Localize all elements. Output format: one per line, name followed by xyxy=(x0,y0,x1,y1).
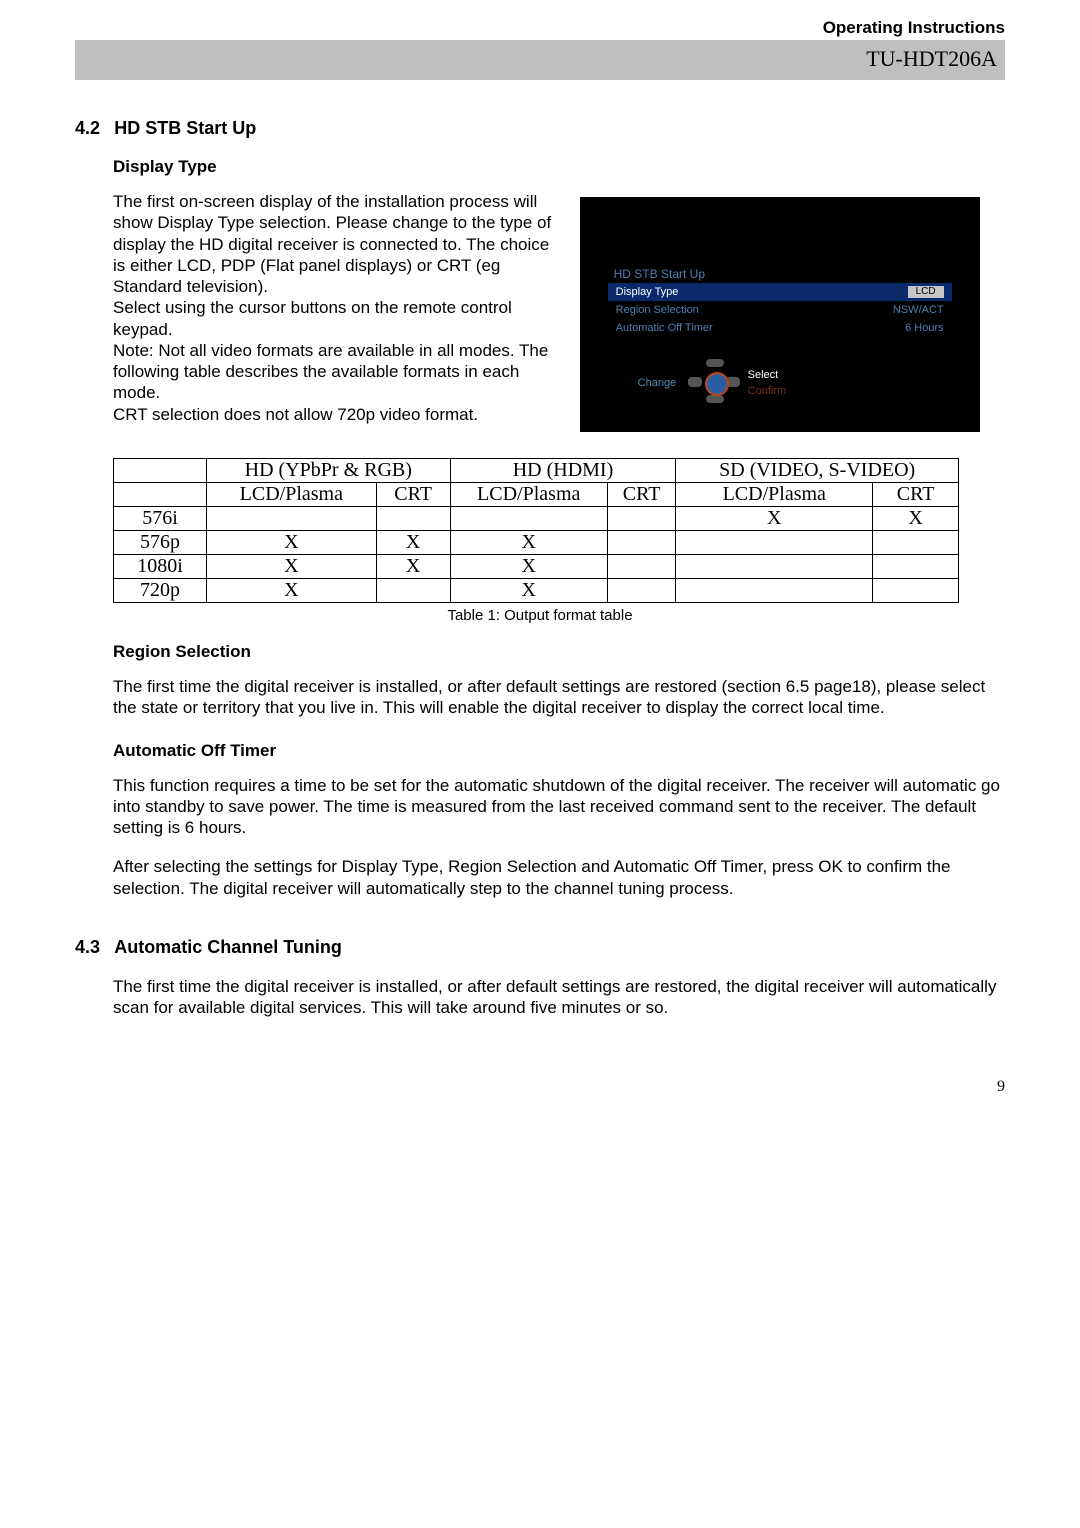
table-cell xyxy=(607,531,676,555)
table-row: 1080iXXX xyxy=(114,555,959,579)
table-group-header: SD (VIDEO, S-VIDEO) xyxy=(676,459,959,483)
table-cell xyxy=(207,507,377,531)
table-sub-header: CRT xyxy=(607,483,676,507)
osd-hint-change: Change xyxy=(638,377,677,389)
table-cell: X xyxy=(676,507,873,531)
table-row-label: 1080i xyxy=(114,555,207,579)
osd-hint-confirm: Confirm xyxy=(748,385,787,397)
table-cell: X xyxy=(207,555,377,579)
table-cell: X xyxy=(450,579,607,603)
table-cell xyxy=(873,531,959,555)
section-4-3-heading: 4.3 Automatic Channel Tuning xyxy=(75,937,1005,958)
table-cell: X xyxy=(450,555,607,579)
table-cell: X xyxy=(873,507,959,531)
table-cell: X xyxy=(376,555,450,579)
osd-hint-select: Select xyxy=(748,369,779,381)
section-number: 4.3 xyxy=(75,937,100,957)
table-cell: X xyxy=(207,579,377,603)
output-format-table: HD (YPbPr & RGB) HD (HDMI) SD (VIDEO, S-… xyxy=(113,458,959,603)
section-4-3-body: The first time the digital receiver is i… xyxy=(113,976,1005,1019)
automatic-off-timer-p2: After selecting the settings for Display… xyxy=(113,856,1005,899)
table-cell xyxy=(676,579,873,603)
osd-row-label: Region Selection xyxy=(616,304,699,316)
table-cell xyxy=(873,555,959,579)
automatic-off-timer-heading: Automatic Off Timer xyxy=(113,741,1005,761)
model-number: TU-HDT206A xyxy=(866,46,997,72)
table-cell: X xyxy=(450,531,607,555)
section-number: 4.2 xyxy=(75,118,100,138)
table-cell xyxy=(376,507,450,531)
table-row-label: 720p xyxy=(114,579,207,603)
osd-row-value: 6 Hours xyxy=(905,322,944,334)
display-type-body: The first on-screen display of the insta… xyxy=(113,191,560,432)
region-selection-body: The first time the digital receiver is i… xyxy=(113,676,1005,719)
table-cell xyxy=(607,555,676,579)
dpad-icon xyxy=(688,359,742,413)
table-sub-header: LCD/Plasma xyxy=(676,483,873,507)
osd-title: HD STB Start Up xyxy=(608,265,952,283)
table-cell xyxy=(450,507,607,531)
table-cell xyxy=(607,579,676,603)
table-row: 576i XX xyxy=(114,507,959,531)
table-cell: X xyxy=(207,531,377,555)
table-cell xyxy=(873,579,959,603)
display-type-heading: Display Type xyxy=(113,157,1005,177)
osd-row-value: LCD xyxy=(908,286,944,298)
table-caption: Table 1: Output format table xyxy=(75,607,1005,624)
table-cell xyxy=(607,507,676,531)
table-row-label: 576p xyxy=(114,531,207,555)
table-cell xyxy=(376,579,450,603)
table-sub-header: CRT xyxy=(376,483,450,507)
osd-row-label: Display Type xyxy=(616,286,679,298)
table-cell xyxy=(676,531,873,555)
table-row-label: 576i xyxy=(114,507,207,531)
osd-screenshot: HD STB Start Up Display Type LCD Region Se… xyxy=(580,197,980,432)
region-selection-heading: Region Selection xyxy=(113,642,1005,662)
table-cell xyxy=(676,555,873,579)
table-sub-header: CRT xyxy=(873,483,959,507)
osd-row-label: Automatic Off Timer xyxy=(616,322,713,334)
display-type-p3: Note: Not all video formats are availabl… xyxy=(113,340,560,404)
table-group-header: HD (YPbPr & RGB) xyxy=(207,459,451,483)
page-number: 9 xyxy=(75,1078,1005,1096)
automatic-off-timer-p1: This function requires a time to be set … xyxy=(113,775,1005,839)
doc-header-title: Operating Instructions xyxy=(823,18,1005,38)
table-sub-header: LCD/Plasma xyxy=(450,483,607,507)
section-title: HD STB Start Up xyxy=(114,118,256,138)
display-type-p1: The first on-screen display of the insta… xyxy=(113,191,560,297)
osd-row: Automatic Off Timer 6 Hours xyxy=(608,319,952,337)
table-cell: X xyxy=(376,531,450,555)
table-row: 720pXX xyxy=(114,579,959,603)
osd-row: Region Selection NSW/ACT xyxy=(608,301,952,319)
display-type-p2: Select using the cursor buttons on the r… xyxy=(113,297,560,340)
header-bar: TU-HDT206A xyxy=(75,40,1005,80)
osd-row-value: NSW/ACT xyxy=(893,304,944,316)
display-type-p4: CRT selection does not allow 720p video … xyxy=(113,404,560,425)
section-4-2-heading: 4.2 HD STB Start Up xyxy=(75,118,1005,139)
table-group-header: HD (HDMI) xyxy=(450,459,676,483)
osd-row: Display Type LCD xyxy=(608,283,952,301)
table-row: 576pXXX xyxy=(114,531,959,555)
table-sub-header: LCD/Plasma xyxy=(207,483,377,507)
section-title: Automatic Channel Tuning xyxy=(114,937,342,957)
